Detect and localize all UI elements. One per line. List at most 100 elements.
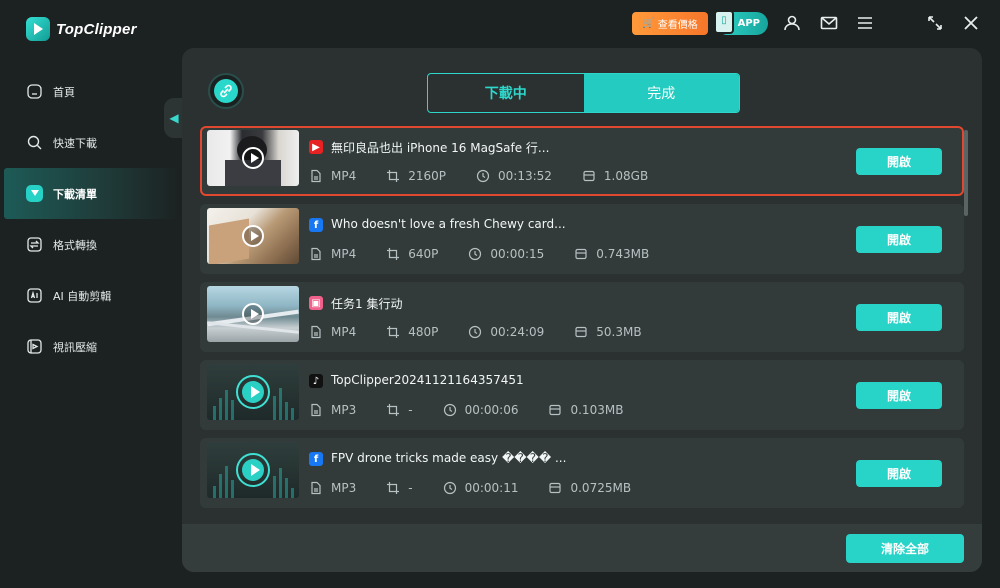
file-format-icon: [309, 403, 323, 417]
audio-thumbnail[interactable]: [207, 442, 299, 498]
storage-icon: [582, 169, 596, 183]
clock-icon: [476, 169, 490, 183]
sidebar-collapse-button[interactable]: ◀: [164, 98, 184, 138]
download-row[interactable]: f Who doesn't love a fresh Chewy card...…: [200, 204, 964, 274]
facebook-icon: f: [309, 452, 323, 466]
format-value: MP4: [331, 169, 357, 183]
phone-icon: ▯: [714, 10, 734, 34]
user-icon[interactable]: [782, 13, 802, 33]
sidebar-item-quick-download[interactable]: 快速下載: [0, 117, 182, 168]
cart-icon: 🛒: [642, 18, 655, 29]
file-format-icon: [309, 481, 323, 495]
download-list: ▶ 無印良品也出 iPhone 16 MagSafe 行... MP4 2160…: [200, 126, 966, 522]
download-row[interactable]: ▶ 無印良品也出 iPhone 16 MagSafe 行... MP4 2160…: [200, 126, 964, 196]
youtube-icon: ▶: [309, 140, 323, 154]
crop-icon: [386, 481, 400, 495]
sidebar-item-label: AI 自動剪輯: [53, 289, 112, 303]
download-title: FPV drone tricks made easy ���� ...: [331, 451, 567, 465]
file-format-icon: [309, 325, 323, 339]
compress-icon: [26, 338, 43, 355]
crop-icon: [386, 403, 400, 417]
tab-completed[interactable]: 完成: [583, 74, 739, 112]
download-title: Who doesn't love a fresh Chewy card...: [331, 217, 566, 231]
maximize-icon[interactable]: [925, 13, 945, 33]
clock-icon: [468, 247, 482, 261]
sidebar-item-label: 視訊壓縮: [53, 340, 97, 354]
sidebar-item-video-compress[interactable]: 視訊壓縮: [0, 321, 182, 372]
close-icon[interactable]: [961, 13, 981, 33]
sidebar-item-label: 首頁: [53, 85, 75, 99]
resolution-value: 640P: [408, 247, 439, 261]
play-icon: [236, 453, 270, 487]
link-icon: [208, 73, 244, 109]
size-value: 50.3MB: [596, 325, 642, 339]
clock-icon: [443, 481, 457, 495]
resolution-value: 2160P: [408, 169, 447, 183]
format-value: MP3: [331, 403, 357, 417]
duration-value: 00:24:09: [490, 325, 545, 339]
title-bar: TopClipper 🛒 查看價格 ▯ APP: [0, 0, 1000, 48]
search-icon: [26, 134, 43, 151]
play-icon: [236, 375, 270, 409]
open-button[interactable]: 開啟: [856, 226, 942, 253]
download-meta: MP4 2160P 00:13:52 1.08GB: [309, 169, 678, 183]
sidebar-item-label: 格式轉換: [53, 238, 97, 252]
play-icon: [242, 225, 264, 247]
sidebar-item-ai-edit[interactable]: AI 自動剪輯: [0, 270, 182, 321]
view-price-label: 查看價格: [657, 20, 698, 31]
clear-all-button[interactable]: 清除全部: [846, 534, 964, 563]
app-logo: TopClipper: [26, 17, 137, 41]
storage-icon: [574, 247, 588, 261]
video-thumbnail[interactable]: [207, 208, 299, 264]
audio-thumbnail[interactable]: [207, 364, 299, 420]
video-thumbnail[interactable]: [207, 286, 299, 342]
storage-icon: [548, 481, 562, 495]
app-button-label: APP: [737, 18, 760, 29]
size-value: 0.743MB: [596, 247, 650, 261]
format-value: MP3: [331, 481, 357, 495]
clock-icon: [443, 403, 457, 417]
play-icon: [242, 303, 264, 325]
crop-icon: [386, 325, 400, 339]
video-thumbnail[interactable]: [207, 130, 299, 186]
download-row[interactable]: ♪ TopClipper20241121164357451 MP3 - 00:0…: [200, 360, 964, 430]
resolution-value: -: [408, 481, 413, 495]
size-value: 0.103MB: [570, 403, 624, 417]
download-title: 無印良品也出 iPhone 16 MagSafe 行...: [331, 141, 550, 155]
list-scrollbar[interactable]: [964, 130, 968, 216]
chevron-left-icon: ◀: [169, 111, 179, 125]
download-status-tabs: 下載中 完成: [427, 73, 740, 113]
tiktok-icon: ♪: [309, 374, 323, 388]
sidebar-item-home[interactable]: 首頁: [0, 66, 182, 117]
convert-icon: [26, 236, 43, 253]
mail-icon[interactable]: [819, 13, 839, 33]
download-meta: MP3 - 00:00:11 0.0725MB: [309, 481, 661, 495]
download-row[interactable]: f FPV drone tricks made easy ���� ... MP…: [200, 438, 964, 508]
menu-icon[interactable]: [855, 13, 875, 33]
size-value: 1.08GB: [603, 169, 649, 183]
download-title: TopClipper20241121164357451: [331, 373, 524, 387]
download-row[interactable]: ▣ 任务1 集行动 MP4 480P 00:24:09 50.3MB 開啟: [200, 282, 964, 352]
view-price-button[interactable]: 🛒 查看價格: [632, 12, 708, 35]
play-icon: [242, 147, 264, 169]
tab-downloading[interactable]: 下載中: [428, 74, 584, 112]
storage-icon: [548, 403, 562, 417]
clock-icon: [468, 325, 482, 339]
crop-icon: [386, 247, 400, 261]
resolution-value: 480P: [408, 325, 439, 339]
download-icon: [26, 185, 43, 202]
download-meta: MP4 640P 00:00:15 0.743MB: [309, 247, 679, 261]
app-button[interactable]: ▯ APP: [714, 10, 768, 35]
open-button[interactable]: 開啟: [856, 460, 942, 487]
open-button[interactable]: 開啟: [856, 148, 942, 175]
size-value: 0.0725MB: [570, 481, 632, 495]
sidebar-item-download-list[interactable]: 下載清單: [4, 168, 182, 219]
format-value: MP4: [331, 247, 357, 261]
download-meta: MP3 - 00:00:06 0.103MB: [309, 403, 653, 417]
open-button[interactable]: 開啟: [856, 382, 942, 409]
crop-icon: [386, 169, 400, 183]
logo-icon: [26, 17, 50, 41]
sidebar-item-format-convert[interactable]: 格式轉換: [0, 219, 182, 270]
main-panel: 下載中 完成 ▶ 無印良品也出 iPhone 16 MagSafe 行... M…: [182, 48, 982, 572]
open-button[interactable]: 開啟: [856, 304, 942, 331]
